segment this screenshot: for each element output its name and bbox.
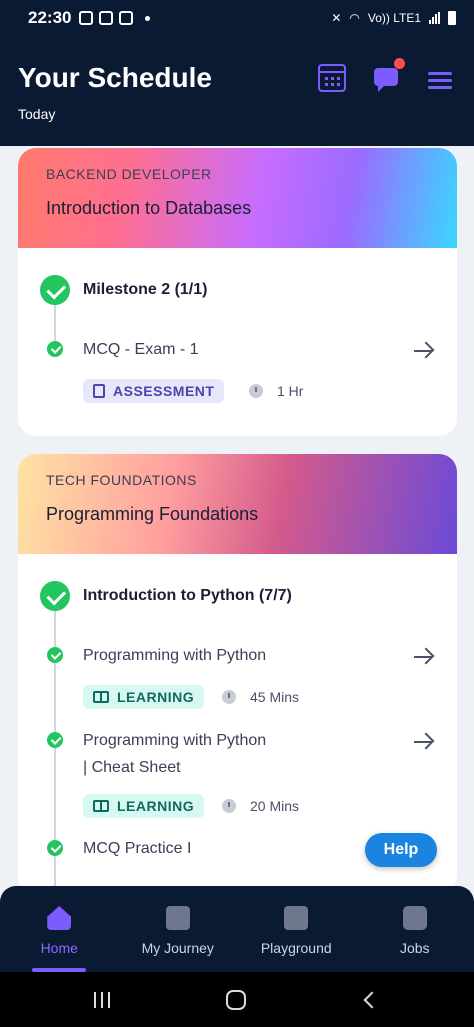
nav-item-playground[interactable]: Playground [237, 886, 356, 972]
card-title: Introduction to Databases [46, 198, 252, 218]
item-title[interactable]: MCQ - Exam - 1 [83, 336, 199, 363]
clock-icon [249, 384, 263, 398]
nav-item-my-journey[interactable]: My Journey [119, 886, 238, 972]
wifi-icon: ◠ [349, 11, 360, 25]
clipboard-icon [93, 384, 105, 398]
nav-item-jobs[interactable]: Jobs [356, 886, 474, 972]
course-card: TECH FOUNDATIONS Programming Foundations… [18, 454, 457, 886]
duration: 1 Hr [249, 383, 303, 399]
tag-label: LEARNING [117, 689, 195, 705]
item-title-line2[interactable]: | Cheat Sheet [83, 754, 181, 781]
app-header: Your Schedule Today [0, 36, 474, 146]
home-icon [47, 906, 72, 930]
milestone-check-icon [40, 275, 70, 305]
tag-label: ASSESSMENT [113, 383, 215, 399]
recents-button[interactable] [94, 992, 110, 1008]
duration-label: 1 Hr [277, 383, 304, 399]
bottom-nav: Home My Journey Playground Jobs [0, 886, 474, 972]
duration-label: 45 Mins [250, 689, 300, 705]
learning-tag: LEARNING [83, 794, 205, 818]
nav-label: Home [40, 940, 78, 956]
item-check-icon [47, 840, 63, 856]
schedule-list[interactable]: BACKEND DEVELOPER Introduction to Databa… [0, 146, 474, 886]
help-button[interactable]: Help [365, 833, 437, 867]
status-time: 22:30 [28, 8, 72, 27]
tag-label: LEARNING [117, 798, 195, 814]
nav-label: My Journey [141, 940, 214, 956]
page-title: Your Schedule [18, 62, 212, 93]
arrow-right-icon[interactable] [414, 741, 432, 743]
back-button[interactable] [363, 991, 381, 1009]
flag-icon [165, 906, 190, 930]
battery-icon [448, 11, 456, 25]
home-button[interactable] [226, 990, 246, 1010]
nav-label: Playground [260, 940, 332, 956]
more-notifications-dot-icon [145, 15, 151, 21]
signal-icon [429, 12, 440, 24]
notification-badge [394, 58, 405, 69]
status-bar: 22:30 ✕ ◠ Vo)) LTE1 [0, 0, 474, 36]
duration: 45 Mins [222, 689, 299, 705]
arrow-right-icon[interactable] [414, 656, 432, 658]
system-nav-bar [0, 972, 474, 1027]
item-title[interactable]: Programming with Python [83, 642, 266, 669]
item-title[interactable]: Programming with Python [83, 727, 266, 754]
app-notification-icon [79, 11, 94, 25]
briefcase-icon [402, 906, 427, 930]
milestone-title: Milestone 2 (1/1) [83, 281, 208, 298]
learning-tag: LEARNING [83, 685, 205, 709]
milestone-title: Introduction to Python (7/7) [83, 587, 292, 604]
card-category: BACKEND DEVELOPER [46, 166, 212, 182]
item-check-icon [47, 647, 63, 663]
duration-label: 20 Mins [250, 798, 300, 814]
milestone-check-icon [40, 581, 70, 611]
arrow-right-icon[interactable] [414, 350, 432, 352]
item-title[interactable]: MCQ Practice I [83, 835, 191, 862]
nav-label: Jobs [399, 940, 430, 956]
card-banner: TECH FOUNDATIONS Programming Foundations [18, 454, 457, 554]
chat-bubble-icon [374, 68, 398, 92]
mute-icon: ✕ [331, 11, 342, 25]
menu-icon[interactable] [428, 72, 452, 90]
item-check-icon [47, 732, 63, 748]
clock-icon [222, 690, 236, 704]
calendar-icon[interactable] [318, 64, 346, 92]
duration: 20 Mins [222, 798, 299, 814]
nav-item-home[interactable]: Home [0, 886, 119, 972]
book-icon [93, 691, 109, 703]
card-banner: BACKEND DEVELOPER Introduction to Databa… [18, 148, 457, 248]
card-category: TECH FOUNDATIONS [46, 472, 197, 488]
item-check-icon [47, 341, 63, 357]
terminal-icon [284, 906, 309, 930]
app-notification-icon [119, 11, 134, 25]
clock-icon [222, 799, 236, 813]
book-icon [93, 800, 109, 812]
card-title: Programming Foundations [46, 504, 259, 524]
chat-icon[interactable] [372, 58, 405, 92]
course-card: BACKEND DEVELOPER Introduction to Databa… [18, 148, 457, 436]
network-label: Vo)) LTE1 [367, 11, 421, 25]
page-subtitle: Today [18, 106, 56, 122]
calendar-notification-icon [99, 11, 114, 25]
assessment-tag: ASSESSMENT [83, 379, 225, 403]
